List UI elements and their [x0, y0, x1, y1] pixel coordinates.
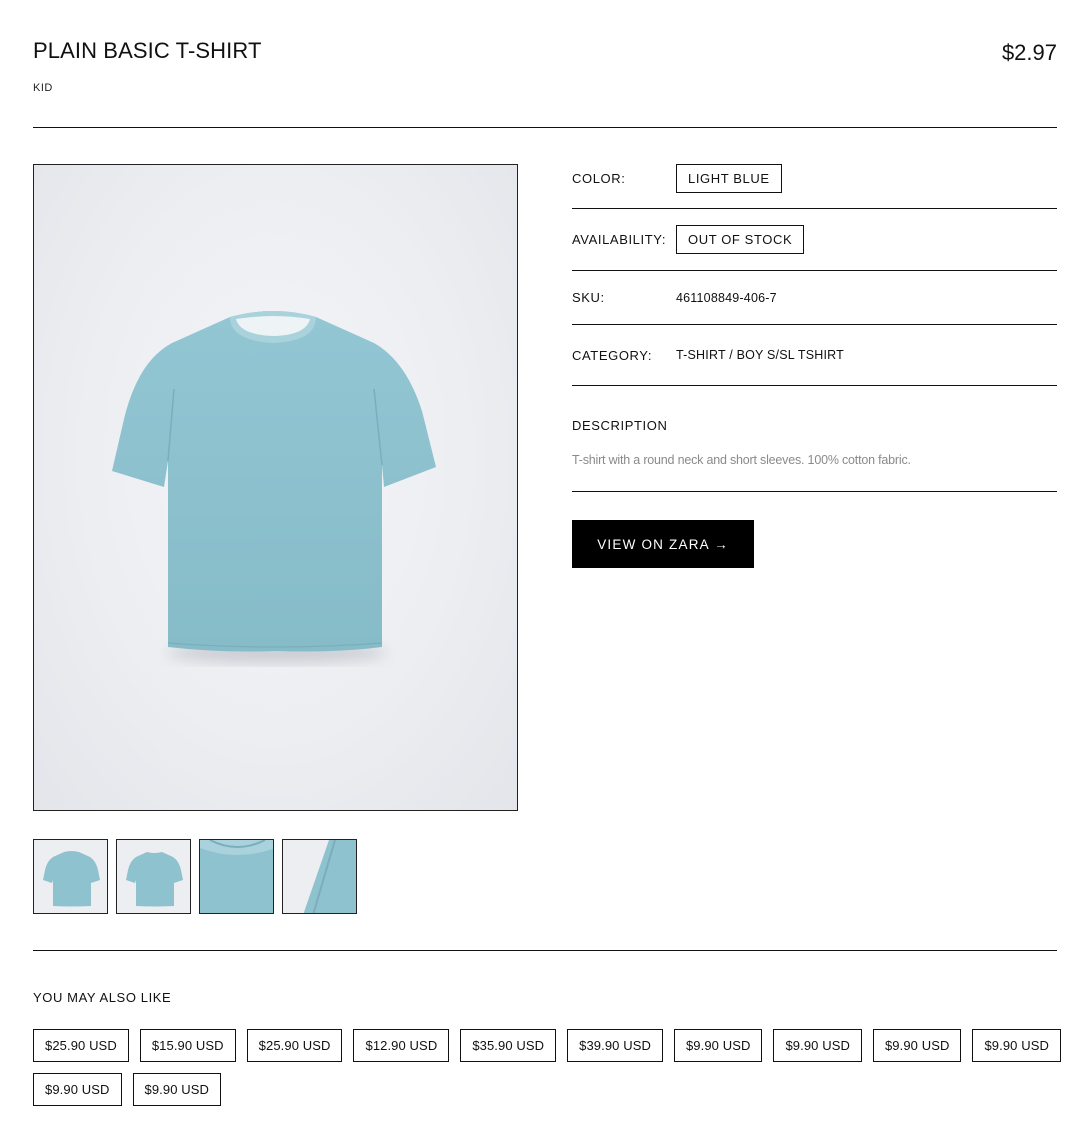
color-tag: LIGHT BLUE: [676, 164, 782, 193]
related-product-8[interactable]: $9.90 USD: [773, 1029, 862, 1062]
product-section: KID: [33, 82, 53, 94]
color-label: COLOR:: [572, 171, 626, 186]
main-product-image: [33, 164, 518, 811]
availability-row: AVAILABILITY: OUT OF STOCK: [572, 209, 1057, 271]
thumbnail-strip: [33, 839, 357, 914]
category-value: T-SHIRT / BOY S/SL TSHIRT: [676, 348, 845, 362]
related-product-2[interactable]: $15.90 USD: [139, 1029, 236, 1062]
product-details-panel: COLOR: LIGHT BLUE AVAILABILITY: OUT OF S…: [572, 164, 1057, 568]
description-title: DESCRIPTION: [572, 418, 668, 433]
availability-label: AVAILABILITY:: [572, 232, 667, 247]
tshirt-image: [112, 311, 436, 663]
related-product-10[interactable]: $9.90 USD: [972, 1029, 1061, 1062]
related-product-11[interactable]: $9.90 USD: [33, 1073, 122, 1106]
thumbnail-front[interactable]: [33, 839, 108, 914]
related-product-6[interactable]: $39.90 USD: [567, 1029, 663, 1062]
thumbnail-back[interactable]: [116, 839, 191, 914]
section-divider: [33, 950, 1057, 951]
product-title: PLAIN BASIC T-SHIRT: [33, 38, 262, 63]
related-product-4[interactable]: $12.90 USD: [353, 1029, 450, 1062]
related-products-list: $25.90 USD $15.90 USD $25.90 USD $12.90 …: [33, 1029, 1063, 1106]
color-row: COLOR: LIGHT BLUE: [572, 164, 1057, 209]
related-product-7[interactable]: $9.90 USD: [673, 1029, 763, 1062]
description-text: T-shirt with a round neck and short slee…: [572, 453, 911, 467]
view-on-zara-button[interactable]: VIEW ON ZARA →: [572, 520, 754, 568]
related-product-9[interactable]: $9.90 USD: [872, 1029, 962, 1062]
product-price: $2.97: [1001, 40, 1057, 65]
related-product-1[interactable]: $25.90 USD: [33, 1029, 129, 1062]
sku-row: SKU: 461108849-406-7: [572, 271, 1057, 325]
availability-tag: OUT OF STOCK: [676, 225, 805, 254]
related-product-12[interactable]: $9.90 USD: [132, 1073, 221, 1106]
sku-label: SKU:: [572, 290, 605, 305]
related-title: YOU MAY ALSO LIKE: [33, 990, 172, 1005]
category-row: CATEGORY: T-SHIRT / BOY S/SL TSHIRT: [572, 325, 1057, 386]
description-section: DESCRIPTION T-shirt with a round neck an…: [572, 386, 1057, 492]
sku-value: 461108849-406-7: [676, 290, 777, 305]
thumbnail-detail-sleeve[interactable]: [282, 839, 357, 914]
category-label: CATEGORY:: [572, 347, 653, 363]
product-header: PLAIN BASIC T-SHIRT KID $2.97: [33, 36, 1057, 128]
related-product-5[interactable]: $35.90 USD: [460, 1029, 557, 1062]
thumbnail-detail-collar[interactable]: [199, 839, 274, 914]
related-product-3[interactable]: $25.90 USD: [246, 1029, 343, 1062]
